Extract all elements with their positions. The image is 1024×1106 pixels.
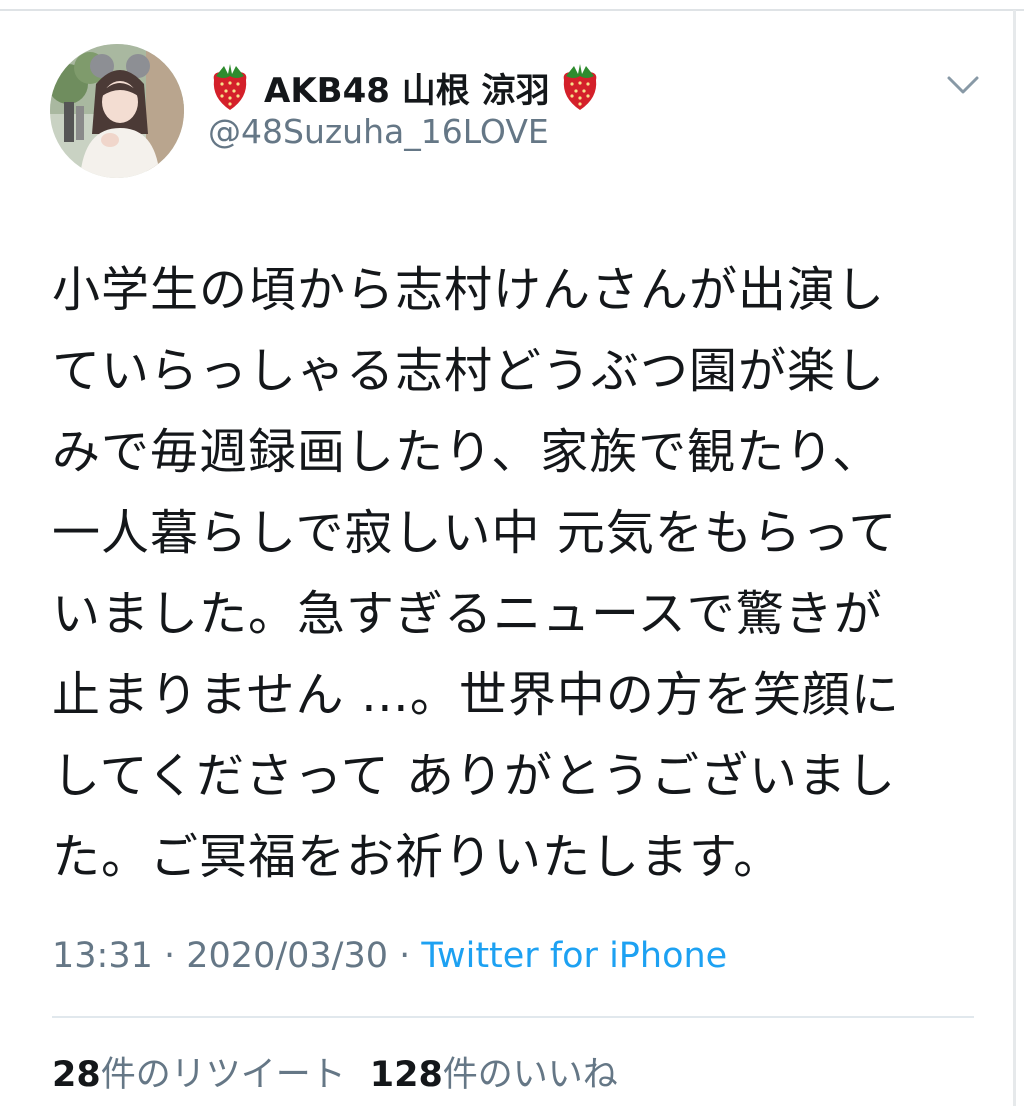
strawberry-icon [208,62,252,112]
tweet-stats: 28件のリツイート 128件のいいね [52,1046,618,1097]
tweet-text-line: 一人暮らしで寂しい中 元気をもらって [52,505,898,561]
tweet-text-line: みで毎週録画したり、家族で観たり、 [52,424,882,480]
retweets-stat[interactable]: 28件のリツイート [52,1046,346,1097]
tweet-time[interactable]: 13:31 [52,936,153,976]
tweet-source-link[interactable]: Twitter for iPhone [421,936,727,976]
display-name[interactable]: AKB48 山根 涼羽 [208,62,602,112]
tweet-text-line: 小学生の頃から志村けんさんが出演し [52,262,886,318]
retweet-label: 件のリツイート [100,1055,346,1095]
user-handle[interactable]: @48Suzuha_16LOVE [208,112,549,151]
tweet-date[interactable]: 2020/03/30 [186,936,388,976]
tweet-text-line: た。ご冥福をお祈りいたします。 [52,829,783,885]
retweet-count: 28 [52,1055,101,1095]
strawberry-icon [558,62,602,112]
likes-stat[interactable]: 128件のいいね [370,1046,618,1097]
tweet-text-line: 止まりません …。世界中の方を笑顔に [52,667,900,723]
top-divider [0,9,1024,11]
scrollbar-track [1013,10,1016,1106]
avatar[interactable] [50,44,184,178]
tweet-text-line: ていらっしゃる志村どうぶつ園が楽し [52,343,886,399]
meta-separator: · [152,936,187,976]
like-label: 件のいいね [442,1055,618,1095]
divider [52,1016,974,1018]
meta-separator: · [388,936,422,976]
tweet-text-line: してくださって ありがとうございまし [52,748,896,804]
tweet-text: 小学生の頃から志村けんさんが出演し ていらっしゃる志村どうぶつ園が楽し みで毎週… [52,250,982,898]
chevron-down-icon[interactable] [946,74,980,96]
like-count: 128 [369,1055,443,1095]
display-name-text: AKB48 山根 涼羽 [264,70,550,111]
tweet-text-line: いました。急すぎるニュースで驚きが [52,586,883,642]
tweet-meta: 13:31 · 2020/03/30 · Twitter for iPhone [52,936,727,976]
